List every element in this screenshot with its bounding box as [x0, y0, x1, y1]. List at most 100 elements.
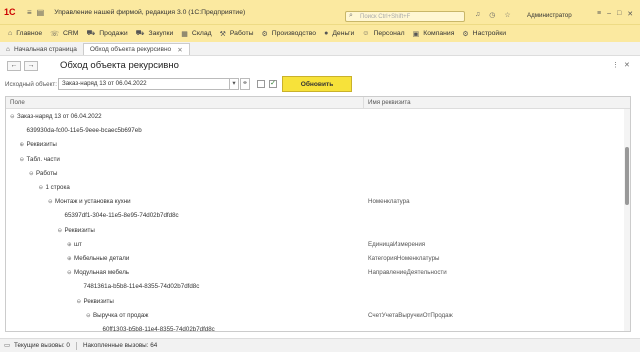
tree-expander-icon[interactable]: ⊖ [20, 157, 27, 163]
tree-cell-text: 65397df1-304e-11e5-8e95-74d02b7dfd8c [64, 212, 179, 220]
menu-item-label: Деньги [332, 30, 355, 37]
minimize-icon[interactable]: – [607, 10, 611, 18]
table-row[interactable]: ⊕ Реквизиты [6, 138, 626, 152]
tree-expander-icon[interactable]: ⊖ [10, 114, 17, 120]
forward-button[interactable]: → [24, 61, 38, 71]
settings-icon[interactable]: ≡ [597, 10, 601, 18]
tree-expander-icon[interactable]: ⊖ [77, 299, 84, 305]
tree-cell: ⊖ Модульная мебель [67, 269, 129, 276]
menu-item-8[interactable]: ☺ Персонал [362, 30, 404, 37]
tree-expander-icon[interactable]: ⊖ [67, 270, 74, 276]
table-row[interactable]: 7481361a-b5b8-11e4-8355-74d02b7dfd8c [6, 280, 626, 294]
tree-cell-text: Работы [36, 169, 58, 177]
column-divider[interactable] [363, 97, 364, 109]
tab-home[interactable]: ⌂ Начальная страница [0, 43, 83, 55]
menu-item-label: Настройки [472, 30, 506, 37]
menu-item-1[interactable]: ☏ CRM [50, 30, 78, 38]
status-divider [75, 341, 77, 350]
link-icon[interactable]: ⚭ [240, 78, 250, 90]
menu-icon[interactable]: ≡ [27, 8, 32, 17]
table-row[interactable]: ⊕ шт ЕдиницаИзмерения [6, 238, 626, 252]
table-row[interactable]: 639930da-fc00-11e5-9eee-bcaec5b697eb [6, 124, 626, 138]
tree-expander-icon[interactable]: ⊕ [67, 242, 74, 248]
scrollbar-thumb[interactable] [625, 147, 629, 205]
menu-item-10[interactable]: ⚙ Настройки [462, 30, 506, 38]
table-row[interactable]: ⊖ Работы [6, 167, 626, 181]
user-name[interactable]: Администратор [527, 12, 572, 19]
app-menu-icon[interactable]: ▤ [37, 8, 45, 17]
table-row[interactable]: 65397df1-304e-11e5-8e95-74d02b7dfd8c [6, 209, 626, 223]
tree-expander-icon[interactable]: ⊕ [20, 142, 27, 148]
menu-item-label: Закупки [148, 30, 174, 37]
menu-item-2[interactable]: ⛟ Продажи [86, 29, 127, 38]
table-row[interactable]: ⊕ Мебельные детали КатегорияНоменклатуры [6, 252, 626, 266]
menu-item-9[interactable]: ▣ Компания [413, 30, 455, 38]
tab-current[interactable]: Обход объекта рекурсивно ✕ [82, 43, 190, 55]
company-icon: ▣ [412, 30, 420, 38]
tree-expander-icon[interactable]: ⊖ [58, 228, 65, 234]
history-icon[interactable]: ◷ [489, 11, 495, 19]
refresh-button[interactable]: Обновить [282, 76, 352, 92]
dropdown-icon[interactable]: ▾ [229, 78, 239, 90]
tree-cell-text: Заказ-наряд 13 от 06.04.2022 [17, 113, 102, 120]
menu-item-4[interactable]: ▦ Склад [181, 30, 211, 38]
column-header-field[interactable]: Поле [10, 99, 25, 106]
bell-icon[interactable]: ♫ [475, 11, 480, 19]
menu-item-3[interactable]: ⛟ Закупки [136, 29, 174, 38]
tree-expander-icon[interactable]: ⊖ [48, 199, 55, 205]
truck-icon: ⛟ [135, 30, 145, 37]
back-button[interactable]: ← [7, 61, 21, 71]
menu-item-6[interactable]: ⚙ Производство [261, 30, 316, 38]
table-row[interactable]: ⊖ Монтаж и установка кухни Номенклатура [6, 195, 626, 209]
table-row[interactable]: 60ff1303-b5b8-11e4-8355-74d02b7dfd8c [6, 323, 626, 331]
tree-expander-icon[interactable]: ⊖ [86, 313, 93, 319]
title-bar: 1С ≡ ▤ Управление нашей фирмой, редакция… [0, 0, 640, 24]
maximize-icon[interactable]: □ [617, 10, 621, 18]
tab-close-icon[interactable]: ✕ [177, 46, 182, 54]
current-calls: Текущие вызовы: 0 [13, 342, 70, 349]
source-object-field[interactable]: Заказ-наряд 13 от 06.04.2022 [58, 78, 235, 90]
vertical-scrollbar[interactable] [624, 109, 630, 331]
cart-icon: ⛟ [86, 30, 96, 37]
star-icon[interactable]: ☆ [504, 11, 510, 19]
menu-item-5[interactable]: ⚒ Работы [220, 30, 254, 38]
option-checkbox-2[interactable]: ✓ [269, 80, 277, 88]
column-header-attr[interactable]: Имя реквизита [368, 99, 411, 106]
table-row[interactable]: ⊖ 1 строка [6, 181, 626, 195]
table-row[interactable]: ⊖ Реквизиты [6, 295, 626, 309]
object-tree-table[interactable]: Поле Имя реквизита ⊖ Заказ-наряд 13 от 06… [5, 96, 631, 332]
phone-icon: ☏ [50, 30, 59, 38]
table-row[interactable]: ⊖ Заказ-наряд 13 от 06.04.2022 [6, 110, 626, 124]
option-checkbox-1[interactable] [257, 80, 265, 88]
tree-cell: 60ff1303-b5b8-11e4-8355-74d02b7dfd8c [96, 326, 215, 331]
form-close-icon[interactable]: ✕ [624, 61, 630, 69]
tree-cell: ⊖ Табл. части [20, 156, 60, 163]
attr-name-cell: СчетУчетаВыручкиОтПродаж [368, 311, 453, 319]
table-row[interactable]: ⊖ Выручка от продаж СчетУчетаВыручкиОтПрод… [6, 309, 626, 323]
window-title: Управление нашей фирмой, редакция 3.0 (1… [54, 8, 246, 16]
tree-expander-icon[interactable]: ⊖ [29, 171, 36, 177]
menu-item-label: Персонал [373, 30, 405, 37]
table-row[interactable]: ⊖ Реквизиты [6, 224, 626, 238]
menu-item-7[interactable]: ● Деньги [324, 30, 354, 37]
tree-cell-text: 1 строка [45, 184, 70, 191]
close-icon[interactable]: ✕ [627, 10, 633, 18]
table-row[interactable]: ⊖ Модульная мебель НаправлениеДеятельности [6, 266, 626, 280]
tree-cell: ⊖ 1 строка [39, 184, 70, 191]
tree-cell: ⊖ Реквизиты [58, 227, 95, 234]
more-icon[interactable]: ⋮ [612, 61, 619, 69]
tree-expander-icon[interactable]: ⊖ [39, 185, 46, 191]
wrench-icon: ⚒ [219, 30, 226, 38]
tree-cell-text: 7481361a-b5b8-11e4-8355-74d02b7dfd8c [83, 283, 200, 291]
tree-cell-text: шт [74, 240, 82, 248]
tree-cell: ⊖ Реквизиты [77, 298, 114, 305]
table-row[interactable]: ⊖ Табл. части [6, 153, 626, 167]
person-icon: ☺ [362, 30, 370, 37]
money-icon: ● [324, 30, 329, 37]
search-placeholder: Поиск Ctrl+Shift+F [360, 13, 411, 20]
menu-item-0[interactable]: ⌂ Главное [8, 30, 42, 37]
page-title: Обход объекта рекурсивно [60, 60, 179, 71]
tree-expander-icon[interactable]: ⊕ [67, 256, 74, 262]
global-search-input[interactable]: ⌕ Поиск Ctrl+Shift+F [345, 11, 465, 22]
window-controls: ≡ – □ ✕ [597, 10, 633, 18]
